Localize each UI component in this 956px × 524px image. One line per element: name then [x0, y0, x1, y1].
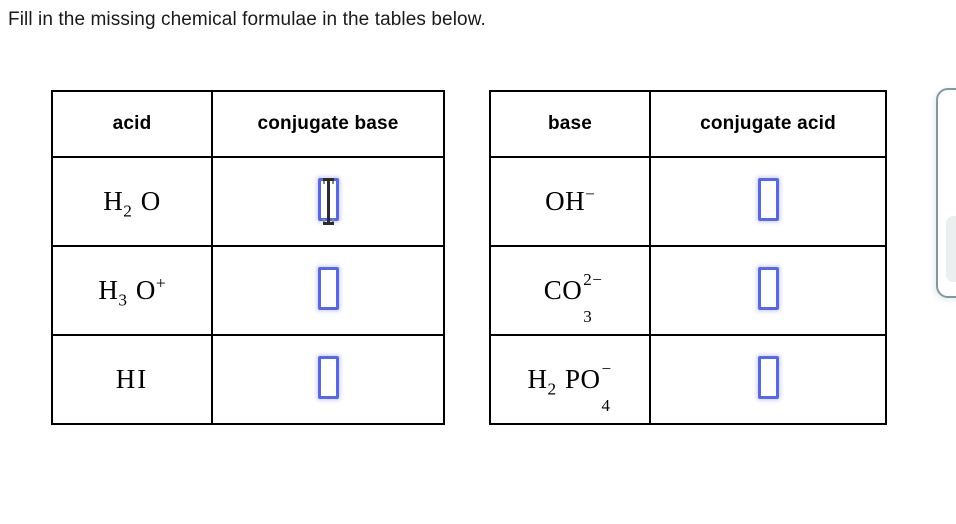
answer-input-conjugate-acid-3[interactable] — [757, 355, 779, 399]
page-title: Fill in the missing chemical formulae in… — [8, 9, 486, 30]
formula-hi: HI — [115, 364, 149, 394]
column-header-conjugate-base: conjugate base — [211, 90, 445, 158]
species-cell-hi: HI — [51, 334, 213, 425]
formula-charge: − — [601, 359, 612, 378]
formula-subscript: 3 — [583, 307, 593, 326]
species-cell-h2o: H2 O — [51, 156, 213, 247]
formula-element: H — [103, 186, 124, 216]
formula-element: PO — [564, 364, 601, 394]
column-header-base: base — [489, 90, 651, 158]
answer-cell — [649, 334, 887, 425]
formula-element: O — [135, 275, 156, 305]
column-header-conjugate-acid: conjugate acid — [649, 90, 887, 158]
formula-element: H — [527, 364, 548, 394]
answer-cell — [649, 245, 887, 336]
formula-element: O — [140, 186, 161, 216]
formula-h2o: H2 O — [103, 186, 161, 220]
table-row: CO 2− 3 — [489, 245, 887, 336]
answer-cell — [211, 245, 445, 336]
answer-cell — [649, 156, 887, 247]
answer-cell — [211, 334, 445, 425]
formula-charge: + — [155, 273, 166, 293]
formula-carbonate: CO 2− 3 — [543, 271, 602, 325]
answer-cell — [211, 156, 445, 247]
column-header-acid: acid — [51, 90, 213, 158]
formula-subscript: 3 — [118, 290, 128, 310]
formula-dihydrogen-phosphate: H2 PO − 4 — [527, 360, 613, 414]
formula-subscript: 2 — [547, 379, 557, 399]
formula-hydroxide: OH− — [545, 185, 595, 216]
side-panel[interactable] — [936, 88, 956, 298]
base-conjugate-acid-table: base conjugate acid OH− CO 2− 3 H2 PO −4 — [489, 90, 887, 425]
answer-input-conjugate-acid-2[interactable] — [757, 266, 779, 310]
table-header-row: acid conjugate base — [51, 90, 445, 158]
table-header-row: base conjugate acid — [489, 90, 887, 158]
table-row: H3 O+ — [51, 245, 445, 336]
formula-element: OH — [545, 186, 586, 216]
species-cell-hydroxide: OH− — [489, 156, 651, 247]
formula-charge: 2− — [583, 270, 603, 289]
species-cell-dihydrogen-phosphate: H2 PO − 4 — [489, 334, 651, 425]
formula-subscript: 2 — [123, 201, 132, 221]
answer-input-conjugate-base-3[interactable] — [317, 355, 339, 399]
answer-input-conjugate-base-1[interactable] — [317, 177, 339, 221]
formula-h3o-plus: H3 O+ — [98, 274, 165, 309]
formula-subscript: 4 — [601, 396, 611, 415]
answer-input-conjugate-acid-1[interactable] — [757, 177, 779, 221]
acid-conjugate-base-table: acid conjugate base H2 O H3 O+ HI — [51, 90, 445, 425]
answer-input-conjugate-base-2[interactable] — [317, 266, 339, 310]
species-cell-carbonate: CO 2− 3 — [489, 245, 651, 336]
side-panel-chip[interactable] — [946, 216, 956, 282]
formula-element: CO — [543, 275, 583, 305]
formula-charge: − — [585, 184, 595, 204]
table-row: HI — [51, 334, 445, 425]
table-row: H2 PO − 4 — [489, 334, 887, 425]
species-cell-h3o-plus: H3 O+ — [51, 245, 213, 336]
table-row: OH− — [489, 156, 887, 247]
formula-element: H — [98, 275, 119, 305]
table-row: H2 O — [51, 156, 445, 247]
